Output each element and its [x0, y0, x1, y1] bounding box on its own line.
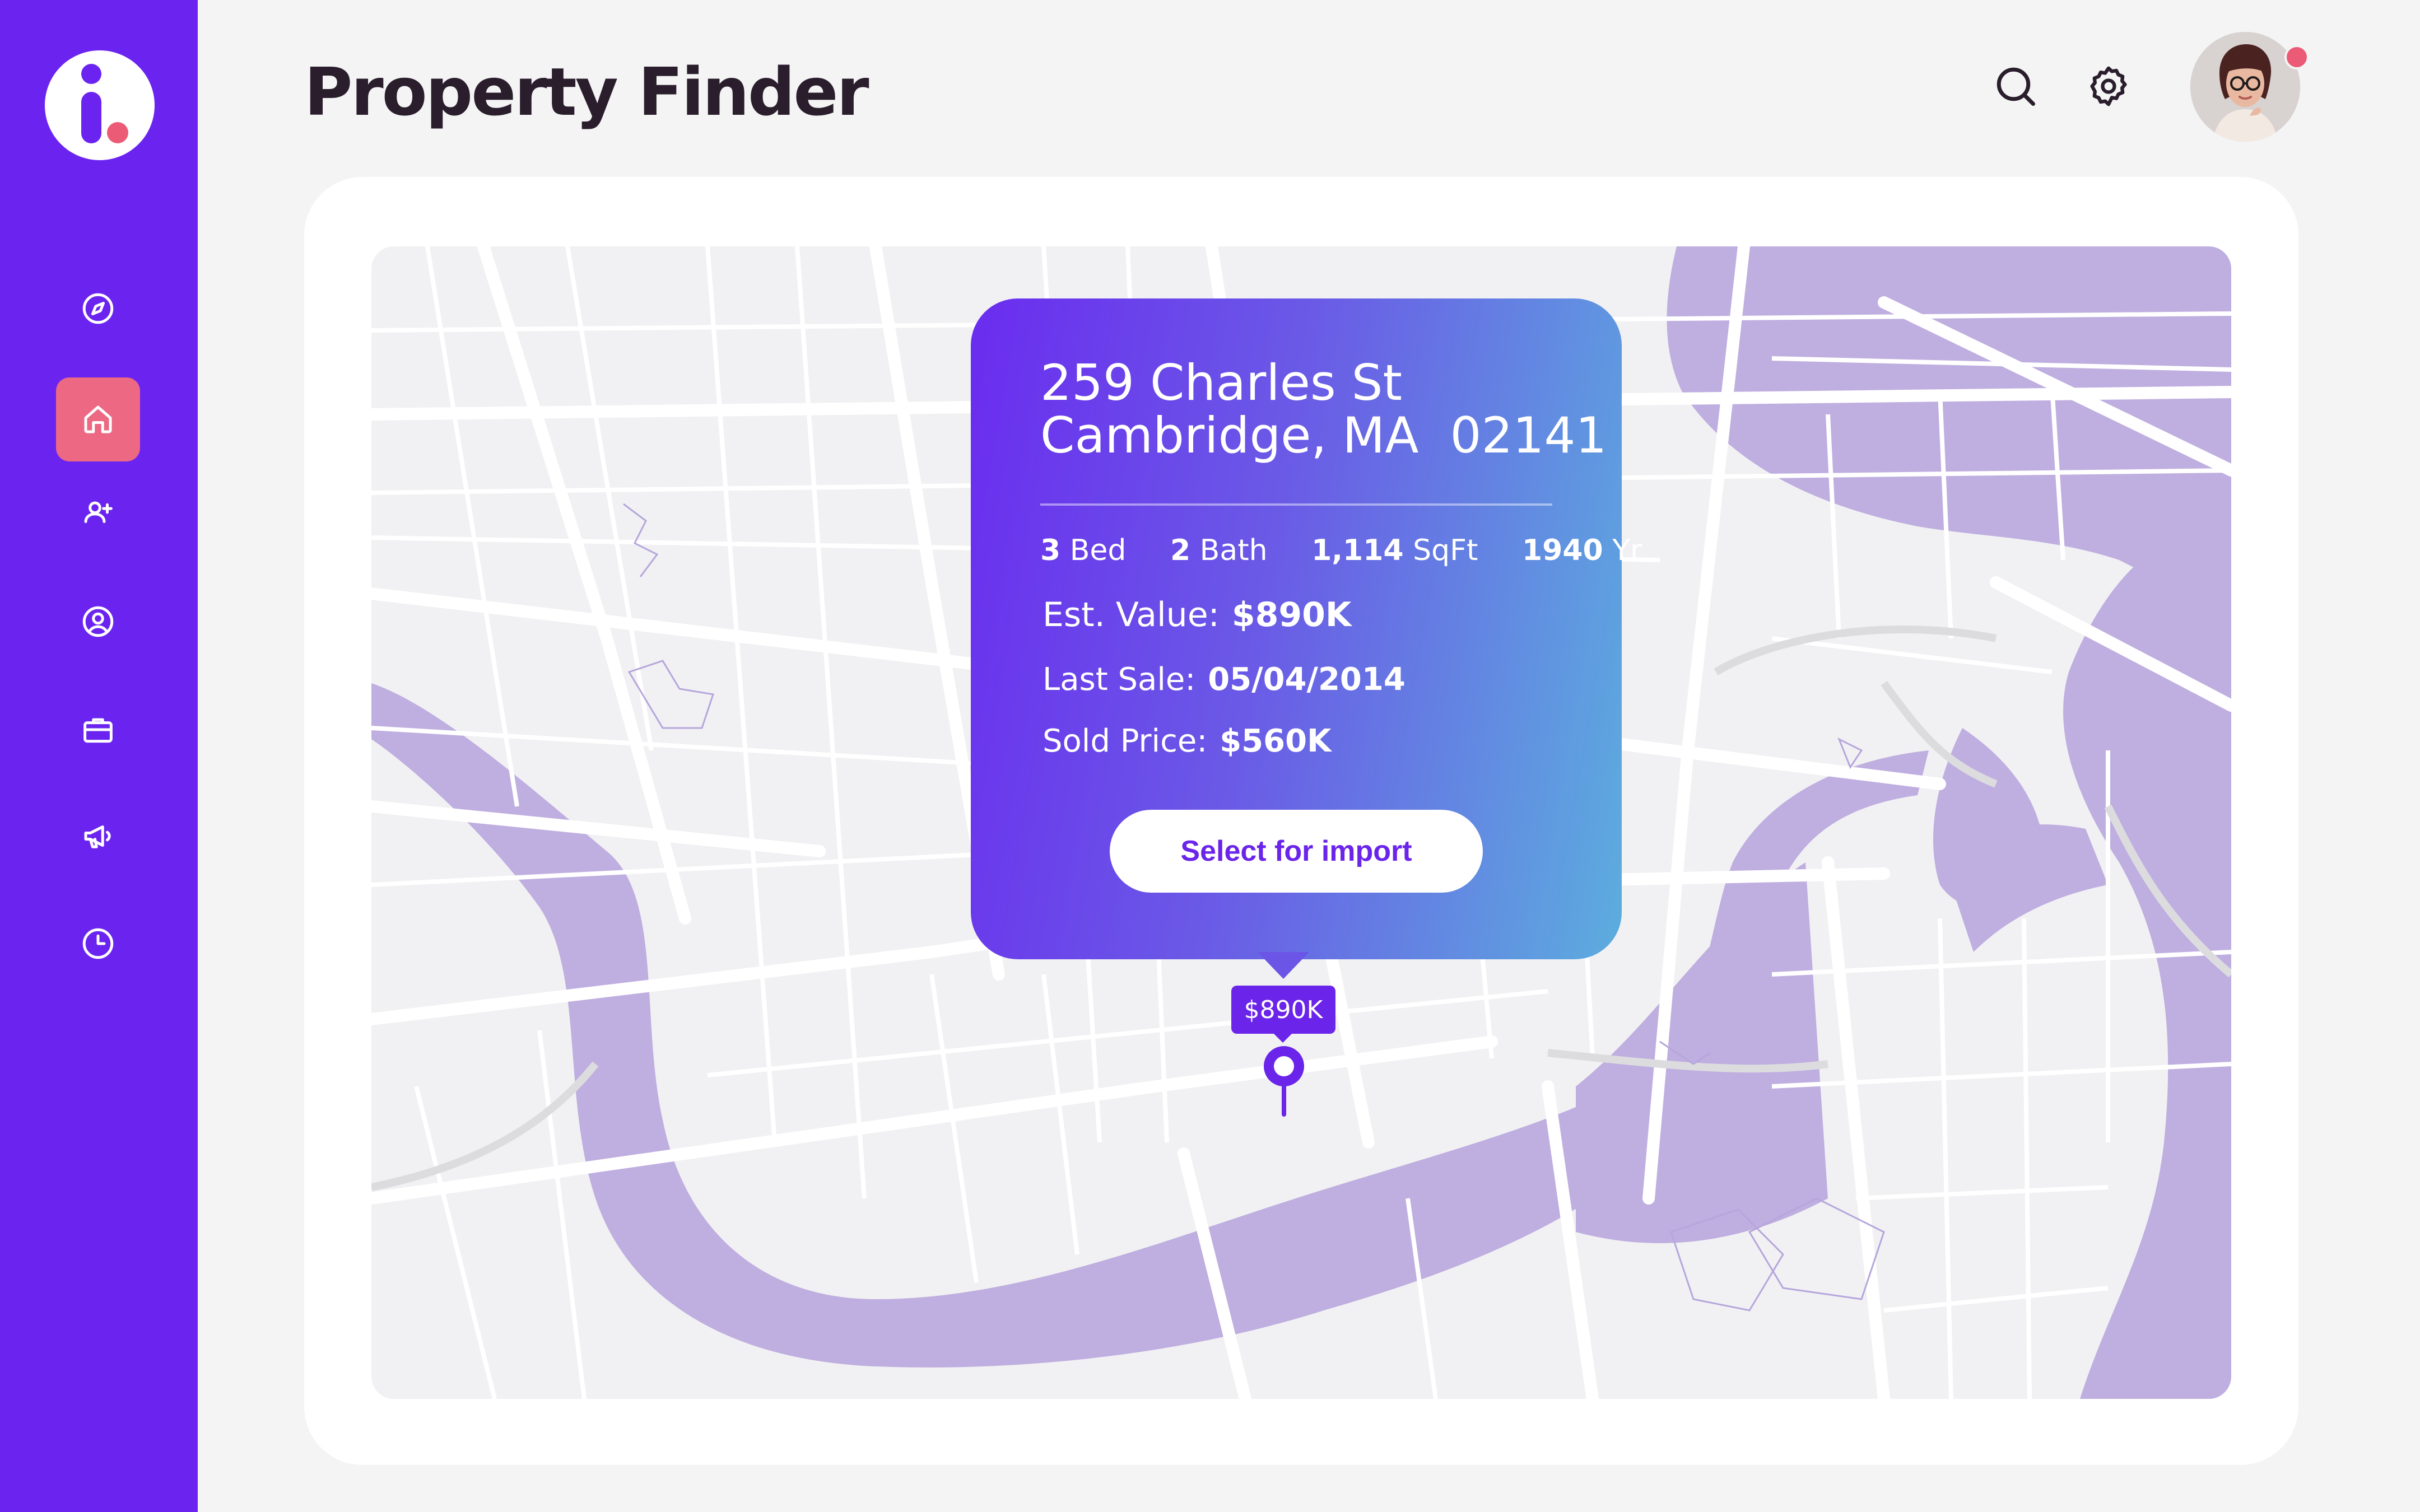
sidebar-item-explore[interactable] [56, 267, 140, 351]
last-sale-label: Last Sale: [1043, 661, 1196, 698]
select-for-import-button[interactable]: Select for import [1110, 810, 1483, 893]
logo-pink-dot [107, 122, 128, 143]
beds-value: 3 [1040, 534, 1061, 567]
clock-icon [82, 928, 114, 959]
sidebar [0, 0, 198, 1512]
beds-fact: 3 Bed [1040, 534, 1126, 567]
year-value: 1940 [1521, 534, 1603, 567]
pin-price-tag[interactable]: $890K [1231, 986, 1335, 1034]
notification-dot [2284, 45, 2309, 69]
gear-icon [2090, 66, 2127, 106]
sold-price-label: Sold Price: [1043, 723, 1208, 759]
compass-icon [82, 293, 114, 324]
avatar[interactable] [2190, 32, 2300, 142]
sidebar-item-profile[interactable] [56, 580, 140, 664]
sqft-fact: 1,114 SqFt [1311, 534, 1478, 567]
est-value-label: Est. Value: [1043, 595, 1220, 634]
briefcase-icon [83, 718, 113, 743]
property-address: 259 Charles St Cambridge, MA 02141 [1040, 357, 1607, 462]
sqft-label: SqFt [1413, 534, 1478, 567]
est-value-row: Est. Value: $890K [1043, 595, 1351, 634]
popup-pointer [1258, 952, 1309, 979]
sqft-value: 1,114 [1311, 534, 1404, 567]
search-button[interactable] [1992, 63, 2039, 110]
property-popup: 259 Charles St Cambridge, MA 02141 3 Bed… [971, 298, 1642, 959]
address-line-1: 259 Charles St [1040, 354, 1403, 412]
baths-label: Bath [1199, 534, 1268, 567]
last-sale-date: 05/04/2014 [1208, 661, 1406, 698]
baths-fact: 2 Bath [1170, 534, 1268, 567]
sidebar-item-history[interactable] [56, 902, 140, 986]
beds-label: Bed [1069, 534, 1127, 567]
logo-i-stem [81, 92, 101, 143]
logo-i-dot [81, 64, 101, 84]
map-pin-icon[interactable] [1262, 1044, 1306, 1117]
property-facts: 3 Bed 2 Bath 1,114 SqFt 1940 Yr [1040, 534, 1642, 567]
sold-price: $560K [1220, 723, 1332, 759]
settings-button[interactable] [2085, 63, 2132, 110]
user-circle-icon [82, 606, 114, 637]
sold-price-row: Sold Price: $560K [1043, 723, 1331, 759]
popup-divider [1040, 503, 1552, 506]
sidebar-item-campaigns[interactable] [56, 794, 140, 878]
year-fact: 1940 Yr [1522, 534, 1642, 567]
address-line-2: Cambridge, MA 02141 [1040, 407, 1607, 464]
search-icon [1997, 67, 2035, 106]
sidebar-item-portfolio[interactable] [56, 688, 140, 772]
page-title: Property Finder [304, 53, 869, 130]
est-value: $890K [1231, 595, 1352, 634]
sidebar-item-add-user[interactable] [56, 470, 140, 554]
year-label: Yr [1612, 534, 1642, 567]
price-tag-pointer [1273, 1033, 1293, 1043]
last-sale-row: Last Sale: 05/04/2014 [1043, 661, 1406, 698]
app-logo[interactable] [45, 50, 155, 160]
megaphone-icon [84, 825, 111, 848]
sidebar-item-home[interactable] [56, 377, 140, 461]
home-icon [84, 405, 112, 433]
user-photo [2190, 32, 2300, 142]
baths-value: 2 [1170, 534, 1191, 567]
user-plus-icon [84, 501, 113, 523]
